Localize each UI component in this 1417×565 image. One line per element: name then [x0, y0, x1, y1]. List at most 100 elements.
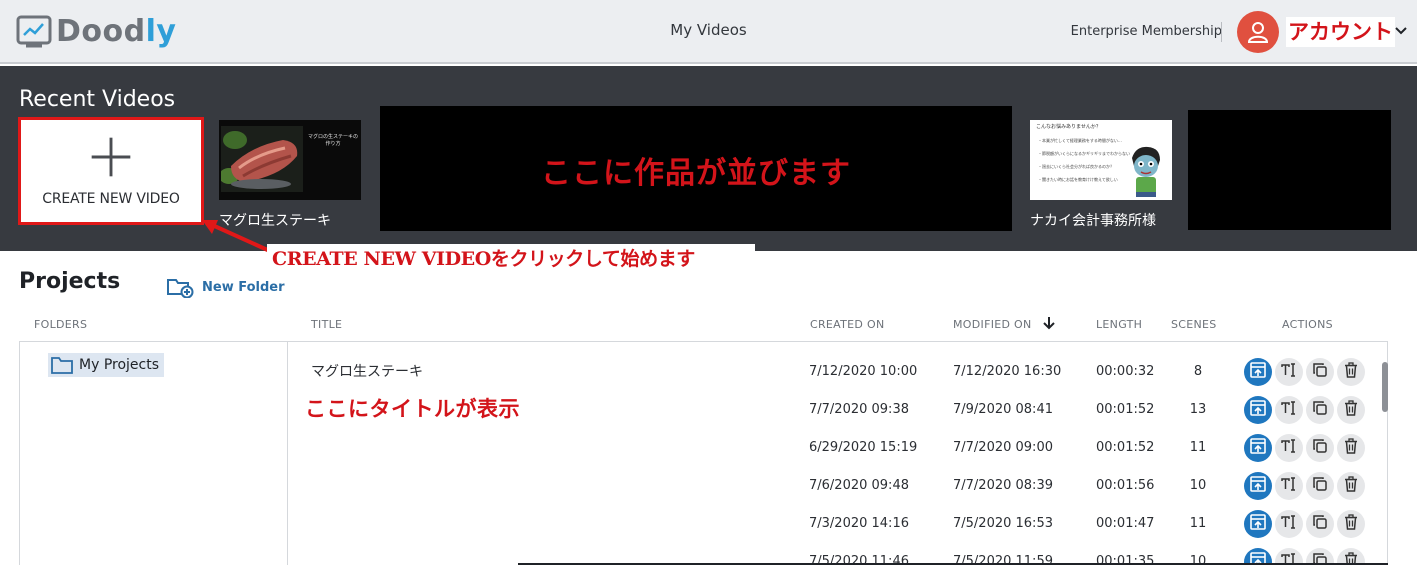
table-row[interactable]: 7/6/2020 09:48 7/7/2020 08:39 00:01:56 10 [288, 467, 1388, 505]
video-length: 00:01:52 [1096, 440, 1155, 455]
new-folder-button[interactable]: New Folder [166, 275, 285, 299]
video-length: 00:01:35 [1096, 554, 1155, 565]
modified-on: 7/5/2020 16:53 [953, 516, 1053, 531]
column-header-created[interactable]: CREATED ON [810, 318, 884, 331]
folder-label: My Projects [79, 357, 160, 373]
column-header-scenes[interactable]: SCENES [1171, 318, 1217, 331]
video-thumbnail-placeholder[interactable]: ここに作品が並びます [380, 106, 1012, 231]
thumbnail-caption: マグロの生ステーキの作り方 [307, 134, 358, 147]
video-thumbnail-nakai[interactable]: こんなお悩みありませんか？ ・本業が忙しくて経理業務をする時間がない… ・節税額… [1030, 120, 1172, 200]
folders-panel: My Projects [19, 341, 288, 565]
column-header-length[interactable]: LENGTH [1096, 318, 1142, 331]
video-label[interactable]: ナカイ会計事務所様 [1030, 210, 1156, 230]
cartoon-character [1132, 146, 1160, 197]
column-header-folders: FOLDERS [34, 318, 88, 331]
rename-button[interactable] [1275, 358, 1303, 386]
open-editor-button[interactable] [1244, 510, 1272, 538]
created-on: 7/6/2020 09:48 [809, 478, 909, 493]
duplicate-button[interactable] [1306, 358, 1334, 386]
modified-on: 7/12/2020 16:30 [953, 364, 1062, 379]
created-on: 7/5/2020 11:46 [809, 554, 909, 565]
row-actions [1244, 472, 1368, 500]
created-on: 7/12/2020 10:00 [809, 364, 918, 379]
scene-count: 13 [1189, 402, 1207, 417]
rename-button[interactable] [1275, 396, 1303, 424]
table-row[interactable]: 6/29/2020 15:19 7/7/2020 09:00 00:01:52 11 [288, 429, 1388, 467]
avatar[interactable] [1237, 11, 1279, 53]
projects-title: Projects [19, 269, 121, 294]
duplicate-button[interactable] [1306, 510, 1334, 538]
delete-icon [1342, 475, 1360, 497]
create-video-annotation: CREATE NEW VIDEOをクリックして始めます [267, 244, 755, 284]
delete-button[interactable] [1337, 434, 1365, 462]
duplicate-icon [1311, 437, 1329, 459]
modified-on: 7/5/2020 11:59 [953, 554, 1053, 565]
delete-icon [1342, 513, 1360, 535]
video-length: 00:00:32 [1096, 364, 1155, 379]
created-on: 7/3/2020 14:16 [809, 516, 909, 531]
open-editor-button[interactable] [1244, 434, 1272, 462]
row-actions [1244, 434, 1368, 462]
rename-icon [1280, 513, 1298, 535]
rename-icon [1280, 399, 1298, 421]
open-editor-button[interactable] [1244, 472, 1272, 500]
steak-image [221, 126, 303, 192]
rename-icon [1280, 437, 1298, 459]
project-title[interactable]: マグロ生ステーキ [311, 353, 423, 391]
delete-button[interactable] [1337, 396, 1365, 424]
table-row[interactable]: 7/3/2020 14:16 7/5/2020 16:53 00:01:47 11 [288, 505, 1388, 543]
video-length: 00:01:52 [1096, 402, 1155, 417]
delete-button[interactable] [1337, 358, 1365, 386]
delete-button[interactable] [1337, 510, 1365, 538]
account-annotation: アカウント [1286, 17, 1395, 47]
projects-list: マグロ生ステーキ 7/12/2020 10:00 7/12/2020 16:30 00… [288, 341, 1388, 565]
rename-button[interactable] [1275, 510, 1303, 538]
membership-label: Enterprise Membership [1070, 24, 1222, 39]
duplicate-button[interactable] [1306, 472, 1334, 500]
thumbnail-line: ・聞きたい時にお話を教育けけ教えて欲しい [1038, 177, 1118, 182]
open-editor-icon [1249, 399, 1267, 421]
open-editor-icon [1249, 361, 1267, 383]
column-header-modified[interactable]: MODIFIED ON [953, 318, 1032, 331]
duplicate-button[interactable] [1306, 434, 1334, 462]
open-editor-icon [1249, 513, 1267, 535]
recent-videos-title: Recent Videos [19, 87, 176, 112]
folder-plus-icon [167, 279, 194, 298]
created-on: 6/29/2020 15:19 [809, 440, 918, 455]
table-row[interactable]: マグロ生ステーキ 7/12/2020 10:00 7/12/2020 16:30 00… [288, 353, 1388, 391]
delete-button[interactable] [1337, 472, 1365, 500]
open-editor-button[interactable] [1244, 396, 1272, 424]
create-new-video-button[interactable]: CREATE NEW VIDEO [24, 123, 198, 219]
open-editor-button[interactable] [1244, 358, 1272, 386]
scene-count: 10 [1189, 478, 1207, 493]
rename-button[interactable] [1275, 472, 1303, 500]
video-thumbnail-blank[interactable] [1188, 110, 1391, 230]
open-editor-icon [1249, 475, 1267, 497]
title-annotation: ここにタイトルが表示 [305, 396, 520, 421]
duplicate-icon [1311, 475, 1329, 497]
video-length: 00:01:56 [1096, 478, 1155, 493]
new-folder-label: New Folder [202, 279, 285, 295]
rename-button[interactable] [1275, 434, 1303, 462]
table-row[interactable]: 7/5/2020 11:46 7/5/2020 11:59 00:01:35 10 [288, 543, 1388, 565]
thumbnail-line: ・過去にいくら社会分がれば良かるのか？ [1038, 164, 1114, 169]
chevron-down-icon[interactable] [1393, 22, 1409, 38]
scrollbar-thumb[interactable] [1382, 362, 1388, 412]
duplicate-button[interactable] [1306, 396, 1334, 424]
video-thumbnail-tuna[interactable]: マグロの生ステーキの作り方 [219, 120, 361, 200]
user-icon [1247, 22, 1269, 43]
annotation-arrow [202, 220, 273, 254]
rename-icon [1280, 361, 1298, 383]
scene-count: 11 [1189, 516, 1207, 531]
video-length: 00:01:47 [1096, 516, 1155, 531]
column-header-title[interactable]: TITLE [311, 318, 342, 331]
folder-icon [51, 357, 73, 374]
top-header: Doodly My Videos Enterprise Membership ア… [0, 0, 1417, 64]
doodly-logo[interactable]: Doodly [16, 10, 176, 52]
delete-icon [1342, 361, 1360, 383]
column-header-actions: ACTIONS [1282, 318, 1333, 331]
arrow-down-icon[interactable] [1042, 316, 1056, 330]
folder-item-my-projects[interactable]: My Projects [48, 353, 165, 377]
delete-icon [1342, 437, 1360, 459]
create-new-video-highlight: CREATE NEW VIDEO [18, 117, 204, 225]
